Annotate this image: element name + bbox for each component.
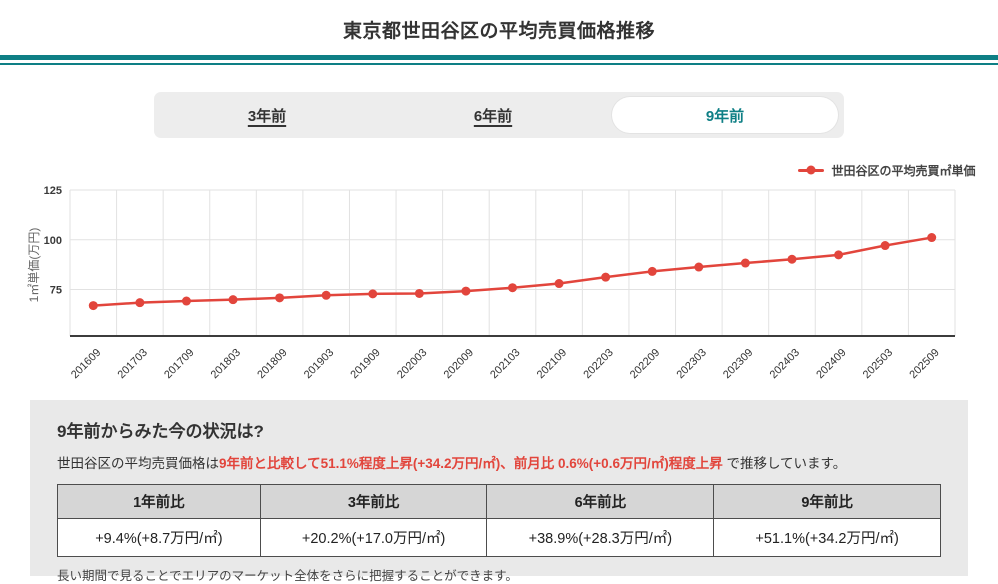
legend-item-setagaya[interactable]: 世田谷区の平均売買㎡単価 (798, 162, 975, 179)
svg-text:202403: 202403 (768, 347, 802, 381)
summary-sentence: 世田谷区の平均売買価格は9年前と比較して51.1%程度上昇(+34.2万円/㎡)… (57, 452, 941, 472)
page-title: 東京都世田谷区の平均売買価格推移 (0, 16, 998, 43)
svg-text:201903: 201903 (302, 347, 336, 381)
tab-6years-label: 6年前 (474, 105, 512, 126)
col-header-9y: 9年前比 (714, 485, 941, 519)
svg-text:202409: 202409 (814, 347, 848, 381)
value-9y: +51.1%(+34.2万円/㎡) (714, 519, 941, 557)
value-1y: +9.4%(+8.7万円/㎡) (58, 519, 261, 557)
svg-text:125: 125 (44, 185, 62, 197)
svg-text:201909: 201909 (348, 347, 382, 381)
value-6y: +38.9%(+28.3万円/㎡) (487, 519, 714, 557)
line-dot-marker-icon (798, 169, 824, 172)
svg-text:202209: 202209 (628, 347, 662, 381)
tab-6years[interactable]: 6年前 (380, 92, 606, 138)
comparison-table: 1年前比 3年前比 6年前比 9年前比 +9.4%(+8.7万円/㎡) +20.… (57, 484, 941, 557)
svg-text:202309: 202309 (721, 347, 755, 381)
svg-text:202509: 202509 (907, 347, 941, 381)
chart-legend: 世田谷区の平均売買㎡単価 (23, 162, 976, 178)
svg-text:201709: 201709 (162, 347, 196, 381)
svg-text:201803: 201803 (209, 347, 243, 381)
svg-text:201809: 201809 (255, 347, 289, 381)
summary-panel: 9年前からみた今の状況は? 世田谷区の平均売買価格は9年前と比較して51.1%程… (30, 400, 968, 576)
svg-text:202203: 202203 (581, 347, 615, 381)
tab-9years[interactable]: 9年前 (612, 97, 838, 133)
summary-note: 長い期間で見ることでエリアのマーケット全体をさらに把握することができます。 (57, 565, 941, 584)
value-3y: +20.2%(+17.0万円/㎡) (260, 519, 487, 557)
sentence-prefix: 世田谷区の平均売買価格は (57, 456, 219, 471)
col-header-3y: 3年前比 (260, 485, 487, 519)
period-tabs: 3年前 6年前 9年前 (154, 92, 844, 138)
svg-text:202303: 202303 (674, 347, 708, 381)
col-header-1y: 1年前比 (58, 485, 261, 519)
summary-heading: 9年前からみた今の状況は? (57, 417, 941, 442)
svg-text:202109: 202109 (535, 347, 569, 381)
legend-label: 世田谷区の平均売買㎡単価 (831, 162, 975, 179)
svg-text:201609: 201609 (69, 347, 103, 381)
col-header-6y: 6年前比 (487, 485, 714, 519)
svg-text:202009: 202009 (442, 347, 476, 381)
chart-area: 75 100 125 1㎡単価(万円) 201609 201703 201709 201803… (0, 178, 998, 393)
comparison-table-header-row: 1年前比 3年前比 6年前比 9年前比 (58, 485, 941, 519)
page-header: 東京都世田谷区の平均売買価格推移 (0, 0, 998, 65)
svg-text:1㎡単価(万円): 1㎡単価(万円) (27, 228, 41, 303)
svg-text:202503: 202503 (861, 347, 895, 381)
svg-text:202103: 202103 (488, 347, 522, 381)
tab-3years-label: 3年前 (248, 105, 286, 126)
sentence-highlight: 9年前と比較して51.1%程度上昇(+34.2万円/㎡)、前月比 0.6%(+0… (219, 456, 723, 471)
price-chart: 75 100 125 1㎡単価(万円) 201609 201703 201709 201803… (0, 178, 998, 393)
comparison-table-value-row: +9.4%(+8.7万円/㎡) +20.2%(+17.0万円/㎡) +38.9%… (58, 519, 941, 557)
header-divider-thick (0, 55, 998, 60)
header-divider-thin (0, 63, 998, 65)
svg-text:100: 100 (44, 235, 62, 247)
svg-text:201703: 201703 (116, 347, 150, 381)
svg-text:202003: 202003 (395, 347, 429, 381)
sentence-suffix: で推移しています。 (723, 456, 847, 471)
svg-text:75: 75 (50, 285, 62, 297)
tab-9years-label: 9年前 (706, 105, 744, 126)
tab-3years[interactable]: 3年前 (154, 92, 380, 138)
